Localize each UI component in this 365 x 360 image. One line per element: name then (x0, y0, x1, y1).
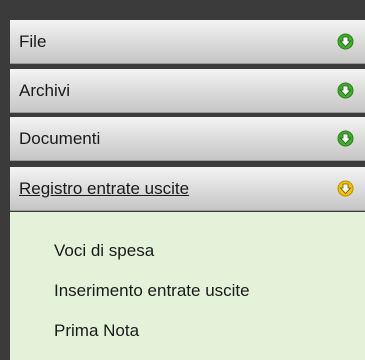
expand-down-arrow-icon (337, 82, 354, 99)
expand-down-arrow-icon (337, 180, 354, 197)
section-label: Archivi (19, 81, 71, 100)
section-header-archivi[interactable]: Archivi (10, 69, 365, 113)
section-header-registro-entrate-uscite[interactable]: Registro entrate uscite (10, 167, 365, 211)
expand-down-arrow-icon (337, 33, 354, 50)
section-header-documenti[interactable]: Documenti (10, 117, 365, 161)
section-label: Registro entrate uscite (19, 179, 190, 198)
menu-item-inserimento-entrate-uscite[interactable]: Inserimento entrate uscite (54, 281, 250, 301)
accordion-menu: File Archivi Documenti Registro entrate … (0, 0, 365, 360)
section-label: File (19, 32, 47, 51)
section-header-file[interactable]: File (10, 20, 365, 64)
section-label: Documenti (19, 129, 101, 148)
menu-item-prima-nota[interactable]: Prima Nota (54, 321, 139, 341)
expand-down-arrow-icon (337, 130, 354, 147)
menu-item-voci-di-spesa[interactable]: Voci di spesa (54, 241, 154, 261)
section-content-registro-entrate-uscite: Voci di spesa Inserimento entrate uscite… (10, 212, 365, 360)
